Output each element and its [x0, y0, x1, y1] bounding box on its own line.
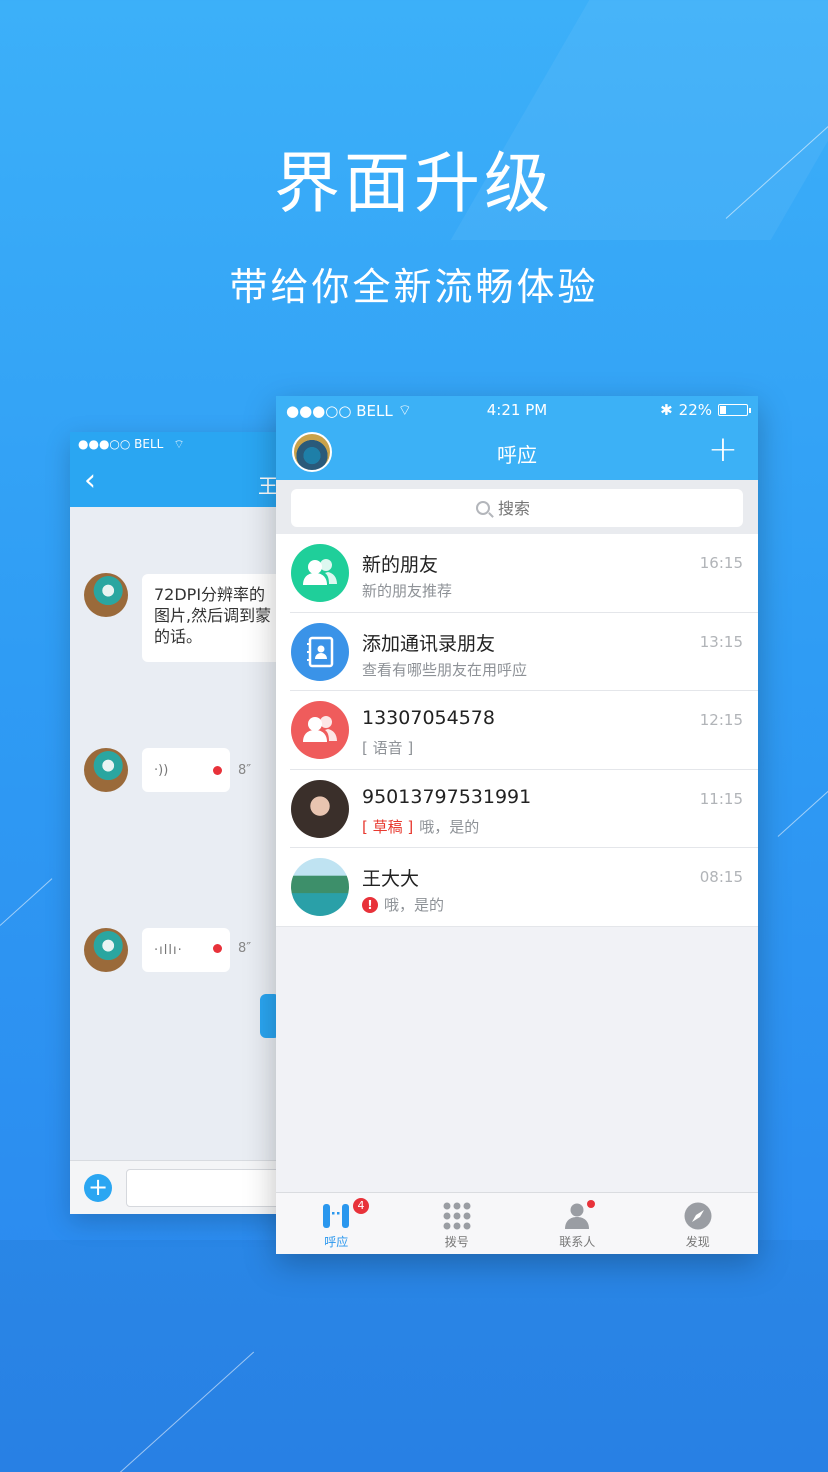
- contact-name: 95013797531991: [362, 785, 532, 808]
- users-icon: [291, 544, 349, 602]
- nav-bar: 呼应 +: [276, 424, 758, 480]
- compass-icon: [684, 1202, 712, 1230]
- status-bar: ●●●○○ BELL ⌔ 4:21 PM ✱ 22%: [276, 396, 758, 424]
- tab-label: 发现: [685, 1235, 710, 1249]
- last-message: 新的朋友推荐: [362, 580, 452, 601]
- address-book-icon: [291, 622, 349, 681]
- last-message: [ 草稿 ] 哦，是的: [362, 816, 479, 837]
- list-item[interactable]: 添加通讯录朋友 查看有哪些朋友在用呼应 13:15: [276, 613, 758, 691]
- page-title: 呼应: [497, 443, 537, 467]
- background-facet: [0, 1240, 828, 1472]
- tab-bar: 4 呼应 拨号 联系人 发现: [276, 1192, 758, 1254]
- timestamp: 13:15: [699, 632, 743, 651]
- chat-nav-bar: ‹ 王: [70, 456, 310, 507]
- avatar: [291, 858, 349, 916]
- hero-subtitle: 带给你全新流畅体验: [229, 265, 599, 309]
- search-bar: [276, 480, 758, 534]
- search-icon: [476, 501, 490, 515]
- tab-huying[interactable]: 4 呼应: [276, 1193, 397, 1254]
- contact-name: 13307054578: [362, 707, 495, 729]
- decor-line: [0, 878, 53, 926]
- list-item[interactable]: 95013797531991 [ 草稿 ] 哦，是的 11:15: [276, 770, 758, 848]
- last-message: [ 语音 ]: [362, 737, 413, 758]
- back-chevron-icon[interactable]: ‹: [84, 466, 96, 496]
- list-item[interactable]: 王大大 ! 哦，是的 08:15: [276, 848, 758, 927]
- tab-discover[interactable]: 发现: [638, 1193, 759, 1254]
- message-preview: 哦，是的: [384, 896, 445, 914]
- voice-wave-icon: ·ıllı·: [154, 943, 183, 958]
- bluetooth-icon: ✱: [660, 401, 673, 419]
- dialpad-icon: [443, 1202, 471, 1230]
- search-box[interactable]: [291, 489, 743, 527]
- contact-name: 王大大: [362, 868, 420, 890]
- avatar: [291, 779, 349, 838]
- message-preview: 哦，是的: [419, 817, 480, 836]
- chat-title: 王: [258, 474, 278, 498]
- last-message: ! 哦，是的: [362, 894, 444, 915]
- tab-label: 联系人: [559, 1235, 596, 1249]
- add-button[interactable]: +: [708, 432, 738, 468]
- timestamp: 08:15: [699, 868, 743, 886]
- conversation-list: 新的朋友 新的朋友推荐 16:15 添加通讯录朋友 查看有哪些朋友在用呼应 13…: [276, 534, 758, 927]
- tab-contacts[interactable]: 联系人: [517, 1193, 638, 1254]
- last-message: 查看有哪些朋友在用呼应: [362, 659, 527, 680]
- battery-icon: [718, 404, 751, 416]
- voice-duration: 8″: [238, 763, 252, 778]
- chat-screen-preview: ●●●○○ BELL ⌔ 4: ‹ 王 72DPI分辨率的 图片,然后调到蒙 的…: [70, 432, 310, 1214]
- list-item[interactable]: 13307054578 [ 语音 ] 12:15: [276, 691, 758, 770]
- users-icon: [291, 701, 349, 759]
- list-item[interactable]: 新的朋友 新的朋友推荐 16:15: [276, 534, 758, 613]
- draft-label: [ 草稿 ]: [362, 817, 414, 836]
- avatar[interactable]: [84, 748, 128, 792]
- timestamp: 12:15: [699, 711, 743, 729]
- avatar[interactable]: [84, 928, 128, 972]
- plus-circle-icon[interactable]: +: [84, 1174, 112, 1202]
- alert-icon: !: [362, 896, 378, 913]
- contact-name: 添加通讯录朋友: [362, 632, 496, 655]
- contact-name: 新的朋友: [362, 554, 439, 576]
- status-bar: ●●●○○ BELL ⌔ 4:: [70, 432, 310, 456]
- chat-input-bar: +: [70, 1160, 310, 1214]
- message-preview: 新的朋友推荐: [362, 582, 453, 600]
- timestamp: 11:15: [699, 789, 743, 808]
- voice-duration: 8″: [238, 941, 252, 956]
- unread-badge: 4: [353, 1198, 369, 1214]
- message-preview: [ 语音 ]: [362, 739, 414, 757]
- unread-dot: [213, 766, 222, 775]
- wifi-icon: ⌔: [173, 437, 185, 451]
- conversation-screen: ●●●○○ BELL ⌔ 4:21 PM ✱ 22% 呼应 + 新: [276, 396, 758, 1254]
- hero-title: 界面升级: [274, 145, 554, 222]
- timestamp: 16:15: [699, 554, 743, 572]
- voice-wave-icon: ·)): [154, 763, 169, 778]
- unread-dot: [213, 944, 222, 953]
- tab-label: 拨号: [444, 1235, 469, 1249]
- decor-line: [777, 789, 828, 837]
- tab-dialpad[interactable]: 拨号: [397, 1193, 518, 1254]
- carrier-label: ●●●○○ BELL: [78, 437, 164, 451]
- search-input[interactable]: [498, 498, 558, 518]
- battery-label: 22%: [678, 401, 712, 419]
- new-dot: [587, 1200, 595, 1208]
- avatar[interactable]: [84, 573, 128, 617]
- tab-label: 呼应: [324, 1235, 349, 1249]
- divider: [276, 925, 758, 927]
- message-preview: 查看有哪些朋友在用呼应: [362, 660, 528, 679]
- huying-icon: [323, 1204, 350, 1228]
